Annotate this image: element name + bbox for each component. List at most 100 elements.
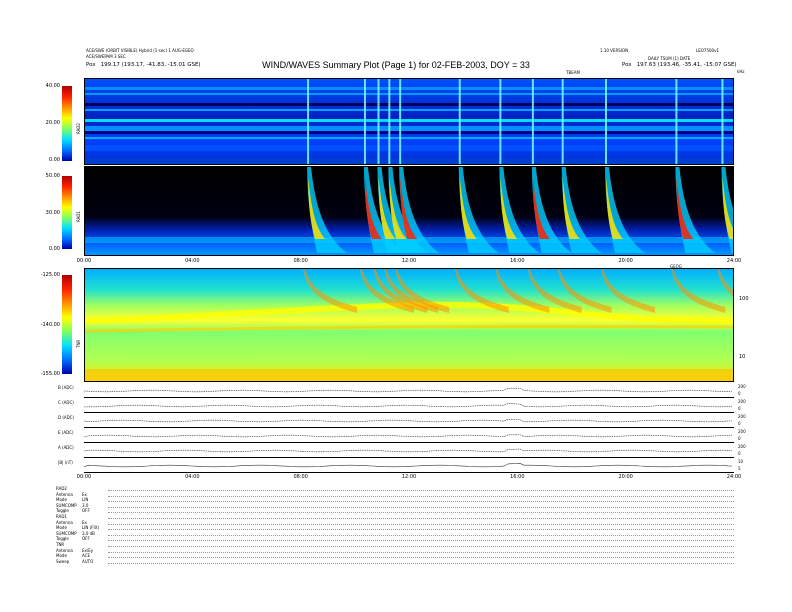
rad2-burst-9	[605, 79, 607, 164]
rad2-burst-6	[499, 79, 502, 164]
timeseries-row	[83, 428, 734, 443]
footer-dotted-line	[108, 546, 734, 547]
rad2-burst-3	[388, 79, 391, 164]
footer-param-value: Ex	[82, 519, 87, 525]
timeseries-trace	[83, 418, 733, 423]
tnr-ytick-top: -125.00	[40, 272, 60, 278]
rad2-burst-11	[721, 79, 724, 164]
footer-param-label: Antenna	[56, 519, 73, 525]
timeseries-right-tick-upper: 200	[738, 384, 746, 389]
time-axis-lower-tick-3: 12:00	[401, 474, 417, 480]
timeseries-line	[83, 418, 733, 423]
header-right-pos-value: 197.63 (193.46, -35.41, -15.07 GSE)	[636, 62, 737, 68]
header-right-line1: 1.10 VERSION	[600, 48, 629, 53]
tnr-right-tick-100: 100	[739, 296, 749, 302]
timeseries-right-tick-lower: 5	[738, 466, 741, 471]
timeseries-right-tick-lower: 0	[738, 391, 741, 396]
timeseries-row	[83, 398, 734, 413]
timeseries-trace	[83, 462, 733, 468]
footer-param-label: SUMCOMP	[56, 530, 77, 536]
rad2-ytick-bot: 0.00	[48, 157, 60, 163]
time-axis-lower-tick-6: 24:00	[726, 474, 742, 480]
footer-param-label: TNR	[56, 542, 65, 547]
footer-dotted-line	[108, 501, 734, 503]
timeseries-right-tick-upper: 200	[738, 414, 746, 419]
footer-dotted-line	[108, 495, 734, 497]
rad2-burst-5	[458, 79, 461, 164]
header-left-line2: ACE/SWEPAM 3 SEC	[86, 54, 126, 59]
footer-dotted-line	[108, 540, 734, 542]
timeseries-label: D (ADC)	[58, 415, 75, 420]
footer-dotted-line	[108, 512, 734, 514]
timeseries-label: C (ADC)	[58, 400, 74, 405]
rad2-colorbar	[62, 86, 72, 161]
rad2-spectrogram	[84, 78, 734, 165]
rad1-ytick-bot: 0.00	[48, 246, 60, 252]
rad1-spectrogram-svg	[85, 167, 733, 255]
rad1-spectrogram	[84, 166, 734, 256]
footer-param-label: RAD1	[56, 514, 67, 519]
top-axis-label: TBEAM	[566, 70, 580, 75]
footer-param-value: AUTO	[82, 558, 94, 564]
time-axis-upper-tick-1: 04:00	[185, 258, 200, 264]
timeseries-label: E (ADC)	[58, 430, 74, 435]
time-axis-upper-tick-2: 08:00	[293, 258, 308, 264]
footer-dotted-line	[108, 557, 734, 559]
footer-param-label: SUMCOMP	[56, 502, 77, 508]
tnr-panel-label: TNR	[76, 339, 81, 348]
timeseries-line	[83, 462, 733, 468]
timeseries-trace	[83, 434, 733, 438]
tnr-colorbar	[62, 275, 72, 374]
rad1-panel-label: RAD1	[76, 211, 81, 222]
timeseries-row	[83, 443, 734, 458]
timeseries-right-tick-lower: 0	[738, 451, 741, 456]
header-left-line1: ACE/SWE (ORBIT VISIBLE) Hybrid (1-sec) 1…	[86, 48, 194, 53]
footer-param-label: Toggle	[56, 508, 69, 514]
rad2-burst-1	[363, 79, 366, 164]
footer-param-value: 3.0	[82, 502, 89, 508]
timeseries-right-tick-lower: 0	[738, 436, 741, 441]
footer-dotted-line	[108, 534, 734, 536]
timeseries-right-tick-upper: 10	[738, 459, 744, 464]
tnr-ytick-bot: -155.00	[40, 371, 60, 377]
time-axis-lower-tick-4: 16:00	[510, 474, 525, 480]
khz-label: kHz	[737, 69, 745, 74]
time-axis-upper-tick-3: 12:00	[401, 258, 417, 264]
time-axis-upper-tick-5: 20:00	[618, 258, 633, 264]
footer-dotted-line	[108, 562, 734, 564]
rad2-burst-7	[531, 79, 534, 164]
footer-param-label: Antenna	[56, 491, 73, 497]
time-axis-lower-tick-5: 20:00	[618, 474, 633, 480]
time-axis-upper-tick-4: 16:00	[510, 258, 525, 264]
tnr-ytick-mid: -140.00	[40, 322, 60, 328]
footer-param-label: Toggle	[56, 536, 69, 542]
footer-param-label: Antenna	[56, 547, 73, 553]
footer-param-value: ACE	[82, 553, 90, 559]
footer-param-label: Mode	[56, 553, 67, 559]
rad2-ytick-mid: 20.00	[45, 120, 60, 126]
footer-dotted-line	[108, 529, 734, 531]
timeseries-trace	[83, 387, 733, 393]
tnr-spectrogram	[84, 268, 734, 382]
timeseries-row	[83, 458, 734, 473]
rad2-ytick-top: 40.00	[45, 83, 60, 89]
footer-param-value: Ex/Ey	[82, 547, 94, 553]
rad2-panel-label: RAD2	[76, 123, 81, 134]
rad2-spectrogram-svg	[85, 79, 733, 164]
header-right-line3: DAILY TSUM (1) DATE	[648, 56, 691, 61]
time-axis-lower-tick-1: 04:00	[185, 474, 200, 480]
header-right-pos: Pos 197.63 (193.46, -35.41, -15.07 GSE)	[622, 62, 737, 68]
time-axis-lower-tick-2: 08:00	[293, 474, 308, 480]
rad2-burst-2	[377, 79, 380, 164]
timeseries-trace	[83, 403, 733, 408]
timeseries-right-tick-lower: 0	[738, 406, 741, 411]
timeseries-right-tick-upper: 200	[738, 444, 746, 449]
footer-param-label: Mode	[56, 525, 67, 531]
timeseries-label: A (ADC)	[58, 445, 74, 450]
timeseries-right-tick-lower: 0	[738, 421, 741, 426]
footer-param-value: LIN	[82, 497, 89, 503]
rad2-burst-4	[399, 79, 402, 164]
timeseries-line	[83, 387, 733, 393]
tnr-right-tick-10: 10	[739, 354, 746, 360]
rad1-colorbar	[62, 176, 72, 249]
